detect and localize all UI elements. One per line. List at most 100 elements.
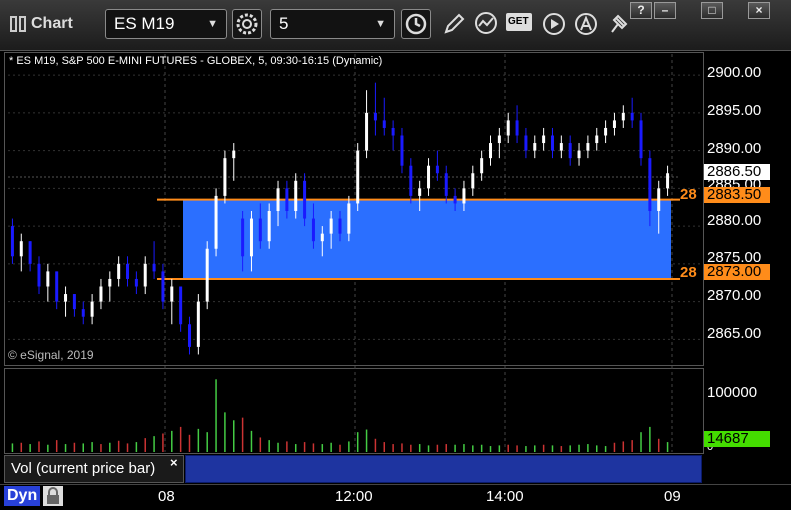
- candle-body: [55, 271, 59, 302]
- candle-body: [28, 241, 32, 264]
- price-axis-label: 2865.00: [707, 325, 762, 342]
- candle-body: [338, 218, 342, 234]
- candle-body: [329, 218, 333, 234]
- price-axis-label: 2880.00: [707, 212, 762, 229]
- candle-body: [347, 203, 351, 234]
- candle-body: [285, 188, 289, 211]
- candle-body: [46, 271, 50, 287]
- volume-tag: 14687: [704, 431, 770, 447]
- zone-top-edge-label: 28: [680, 186, 697, 203]
- candle-body: [126, 263, 130, 279]
- candle-body: [205, 248, 209, 302]
- candle-body: [196, 301, 200, 347]
- zone-bottom-tag: 2873.00: [704, 264, 770, 280]
- candle-body: [161, 271, 165, 302]
- candle-body: [134, 278, 138, 287]
- candle-body: [37, 263, 41, 287]
- candle-body: [311, 218, 315, 242]
- dynamic-button[interactable]: Dyn: [4, 486, 41, 506]
- candle-body: [365, 112, 369, 151]
- candle-body: [418, 188, 422, 196]
- candle-body: [267, 211, 271, 242]
- candle-body: [249, 218, 253, 257]
- candle-body: [19, 241, 23, 257]
- candle-body: [489, 143, 493, 159]
- candle-body: [409, 165, 413, 196]
- candle-body: [639, 120, 643, 159]
- candle-body: [232, 150, 236, 159]
- candle-body: [72, 294, 76, 310]
- candle-body: [99, 286, 103, 302]
- candle-body: [621, 112, 625, 121]
- candle-body: [595, 135, 599, 144]
- study-close-icon[interactable]: ×: [170, 455, 178, 470]
- candle-body: [303, 180, 307, 219]
- candle-body: [533, 143, 537, 151]
- candle-body: [179, 286, 183, 325]
- candle-body: [382, 120, 386, 128]
- copyright-text: © eSignal, 2019: [8, 348, 94, 362]
- candle-body: [480, 158, 484, 174]
- candle-body: [586, 143, 590, 151]
- candle-body: [657, 188, 661, 211]
- candle-body: [612, 120, 616, 128]
- time-axis-label: 12:00: [335, 488, 373, 505]
- candle-body: [542, 135, 546, 144]
- candle-body: [497, 135, 501, 144]
- zone-top-tag: 2883.50: [704, 187, 770, 203]
- candle-body: [320, 233, 324, 242]
- candle-body: [453, 195, 457, 204]
- candle-body: [666, 173, 670, 189]
- candle-body: [471, 173, 475, 189]
- candle-body: [444, 173, 448, 196]
- zone-bottom-edge-label: 28: [680, 264, 697, 281]
- candle-body: [630, 112, 634, 121]
- candle-body: [568, 143, 572, 159]
- price-axis-label: 2895.00: [707, 102, 762, 119]
- candle-body: [648, 158, 652, 211]
- chart-info-line: * ES M19, S&P 500 E-MINI FUTURES - GLOBE…: [9, 55, 383, 67]
- candle-body: [258, 218, 262, 242]
- candle-body: [524, 135, 528, 151]
- candle-body: [152, 263, 156, 272]
- candle-body: [550, 135, 554, 151]
- candle-body: [187, 324, 191, 347]
- candle-body: [241, 218, 245, 257]
- candle-body: [577, 150, 581, 159]
- candle-body: [170, 286, 174, 302]
- current-price-tag: 2886.50: [704, 164, 770, 180]
- study-label[interactable]: Vol (current price bar): [4, 455, 184, 483]
- candle-body: [90, 301, 94, 317]
- candle-body: [10, 226, 14, 257]
- candle-body: [108, 278, 112, 287]
- price-axis-label: 2870.00: [707, 287, 762, 304]
- candle-body: [223, 158, 227, 196]
- time-axis-label: 14:00: [486, 488, 524, 505]
- candle-body: [276, 188, 280, 211]
- candle-body: [515, 120, 519, 136]
- candle-body: [559, 143, 563, 151]
- price-axis-label: 2890.00: [707, 140, 762, 157]
- candle-body: [64, 294, 68, 302]
- candle-body: [391, 127, 395, 136]
- candle-body: [373, 112, 377, 121]
- candle-body: [462, 188, 466, 204]
- candle-body: [400, 135, 404, 166]
- candle-body: [604, 127, 608, 136]
- candle-body: [81, 309, 85, 317]
- candle-body: [294, 180, 298, 211]
- candle-body: [356, 150, 360, 204]
- candle-body: [117, 263, 121, 279]
- price-chart[interactable]: [0, 0, 791, 509]
- lock-icon[interactable]: [43, 486, 63, 506]
- candle-body: [435, 165, 439, 174]
- candle-body: [427, 165, 431, 189]
- time-axis-label: 09: [664, 488, 681, 505]
- study-strip[interactable]: [185, 455, 702, 483]
- support-zone: [183, 199, 671, 279]
- price-axis-label: 2900.00: [707, 64, 762, 81]
- volume-axis-label: 100000: [707, 384, 758, 401]
- time-axis-label: 08: [158, 488, 175, 505]
- candle-body: [143, 263, 147, 287]
- candle-body: [506, 120, 510, 136]
